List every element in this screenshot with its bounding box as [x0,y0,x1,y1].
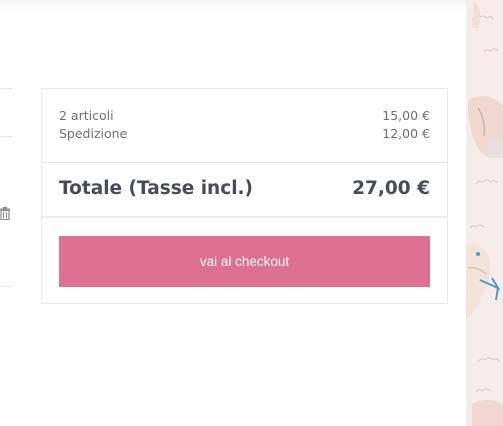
summary-divider [42,162,447,163]
shipping-label: Spedizione [59,126,128,141]
shipping-value: 12,00 € [382,126,430,141]
summary-divider [42,216,447,218]
articles-row: 2 articoli 15,00 € [59,108,430,124]
cart-row-divider [0,136,12,137]
total-row: Totale (Tasse incl.) 27,00 € [59,177,430,201]
checkout-button[interactable]: vai al checkout [59,236,430,287]
cart-row-divider [0,286,12,287]
shipping-row: Spedizione 12,00 € [59,126,430,142]
cart-row-divider [0,88,12,89]
trash-icon[interactable] [0,205,11,221]
total-value: 27,00 € [352,178,430,199]
articles-label: 2 articoli [59,108,114,123]
header-shadow [0,0,466,10]
total-label: Totale (Tasse incl.) [59,178,254,199]
articles-value: 15,00 € [382,108,430,123]
decorative-background-pattern [466,0,503,426]
cart-summary: 2 articoli 15,00 € Spedizione 12,00 € To… [41,88,448,304]
